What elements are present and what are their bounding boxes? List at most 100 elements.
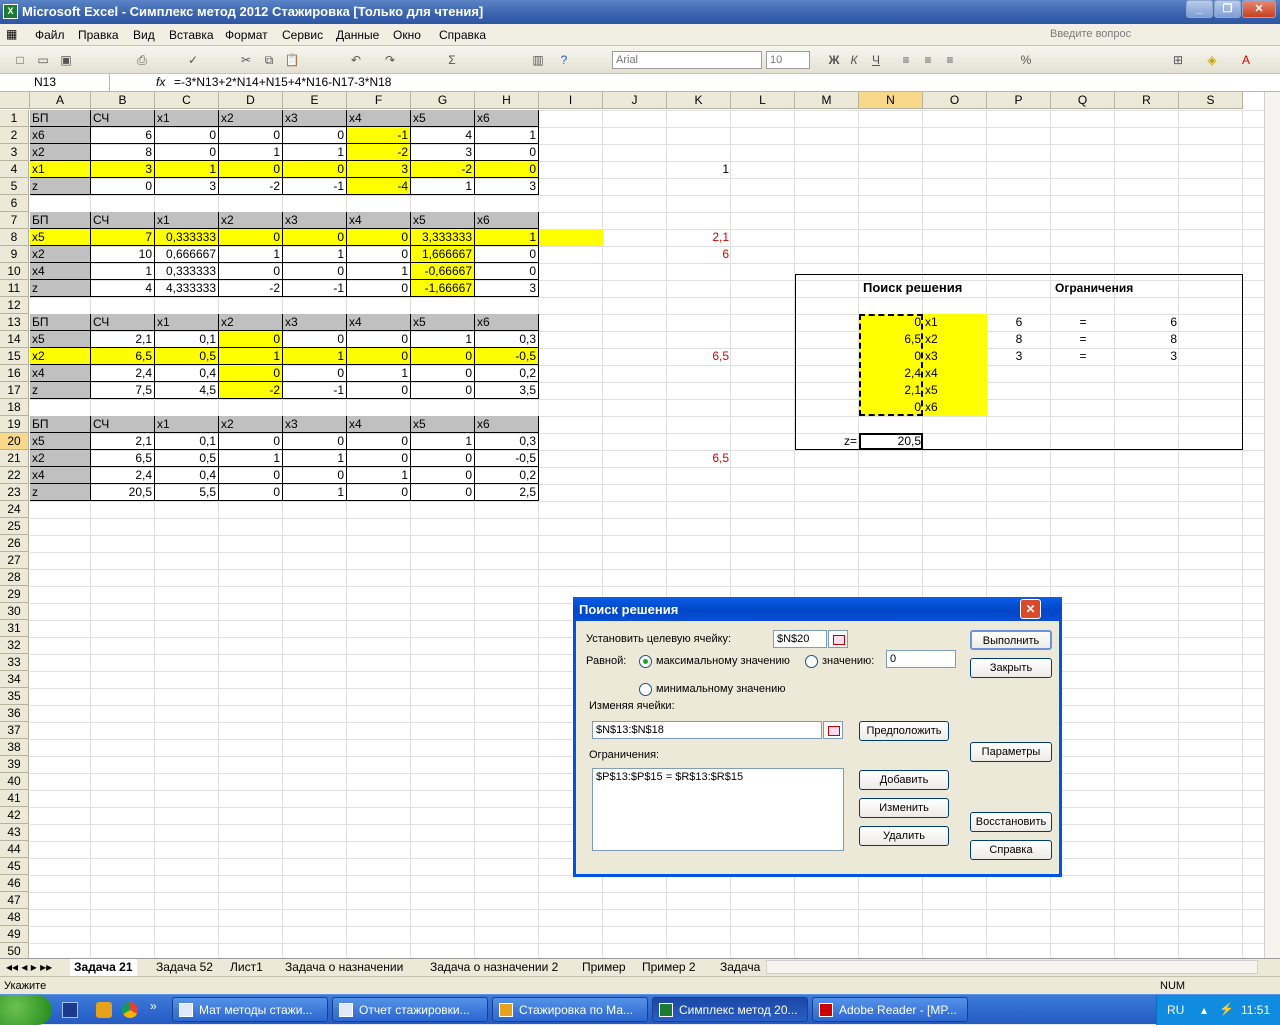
borders-icon[interactable]: ⊞ — [1170, 52, 1186, 68]
table-cell[interactable]: 0,2 — [475, 467, 539, 484]
variable-name-cell[interactable]: x4 — [923, 365, 987, 382]
table-cell[interactable]: 1 — [155, 161, 219, 178]
task-mat-metody[interactable]: Мат методы стажи... — [172, 997, 328, 1022]
table-cell[interactable]: 3 — [475, 178, 539, 195]
table-header-cell[interactable]: БП — [30, 110, 91, 127]
underline-icon[interactable]: Ч — [868, 52, 884, 68]
cut-icon[interactable]: ✂ — [238, 52, 254, 68]
ratio-cell[interactable]: 2,1 — [667, 229, 731, 246]
desktop-icon[interactable] — [62, 1002, 78, 1018]
close-button[interactable]: ✕ — [1242, 0, 1276, 18]
row-header[interactable]: 15 — [0, 348, 29, 365]
copy-icon[interactable]: ⧉ — [261, 52, 277, 68]
table-header-cell[interactable]: x3 — [283, 314, 347, 331]
variable-value-cell[interactable]: 6,5 — [859, 331, 923, 348]
help-icon[interactable]: ? — [556, 52, 572, 68]
table-cell[interactable]: 10 — [91, 246, 155, 263]
ratio-cell[interactable]: 6,5 — [667, 348, 731, 365]
table-cell[interactable]: -1 — [283, 382, 347, 399]
table-header-cell[interactable]: x1 — [155, 416, 219, 433]
table-cell[interactable]: 6,5 — [91, 348, 155, 365]
tab-nav-icon[interactable]: ◂◂ ◂ ▸ ▸▸ — [2, 959, 56, 976]
task-adobe[interactable]: Adobe Reader - [MP... — [812, 997, 968, 1022]
row-header[interactable]: 2 — [0, 127, 29, 144]
table-header-cell[interactable]: x2 — [219, 110, 283, 127]
constraint-lhs-cell[interactable]: 8 — [987, 331, 1051, 348]
table-cell[interactable]: 0 — [283, 467, 347, 484]
constraint-item[interactable]: $P$13:$P$15 = $R$13:$R$15 — [596, 771, 840, 783]
table-header-cell[interactable]: x4 — [347, 416, 411, 433]
align-right-icon[interactable]: ≡ — [942, 52, 958, 68]
ratio-cell[interactable]: 6,5 — [667, 450, 731, 467]
tab-zadacha[interactable]: Задача — [716, 959, 764, 976]
save-icon[interactable]: ▣ — [58, 52, 74, 68]
table-header-cell[interactable]: x6 — [475, 110, 539, 127]
table-header-cell[interactable]: СЧ — [91, 416, 155, 433]
variable-name-cell[interactable]: x6 — [923, 399, 987, 416]
column-header-E[interactable]: E — [283, 92, 347, 109]
table-cell[interactable]: -0,66667 — [411, 263, 475, 280]
column-header-F[interactable]: F — [347, 92, 411, 109]
table-cell[interactable]: 0 — [347, 433, 411, 450]
formula-input[interactable]: =-3*N13+2*N14+N15+4*N16-N17-3*N18 — [174, 75, 391, 89]
table-cell[interactable]: 0,4 — [155, 365, 219, 382]
table-cell[interactable]: 3,5 — [475, 382, 539, 399]
fx-icon[interactable]: fx — [156, 75, 165, 89]
bold-icon[interactable]: Ж — [826, 52, 842, 68]
value-input[interactable]: 0 — [886, 650, 956, 668]
table-cell[interactable]: x1 — [30, 161, 91, 178]
table-cell[interactable]: -0,5 — [475, 450, 539, 467]
table-cell[interactable]: -2 — [219, 382, 283, 399]
table-cell[interactable]: 2,1 — [91, 433, 155, 450]
table-cell[interactable]: x2 — [30, 144, 91, 161]
table-cell[interactable]: 0 — [155, 144, 219, 161]
network-icon[interactable]: ⚡ — [1219, 1002, 1234, 1016]
table-cell[interactable]: -1,66667 — [411, 280, 475, 297]
paste-icon[interactable]: 📋 — [284, 52, 300, 68]
table-cell[interactable]: 0,5 — [155, 450, 219, 467]
table-cell[interactable]: 0 — [219, 127, 283, 144]
table-cell[interactable]: 0,3 — [475, 331, 539, 348]
row-header[interactable]: 11 — [0, 280, 29, 297]
table-cell[interactable]: z — [30, 382, 91, 399]
table-cell[interactable]: 0 — [475, 246, 539, 263]
table-cell[interactable]: 3,333333 — [411, 229, 475, 246]
row-header[interactable]: 32 — [0, 637, 29, 654]
table-header-cell[interactable]: x5 — [411, 110, 475, 127]
options-button[interactable]: Параметры — [970, 742, 1052, 762]
undo-icon[interactable]: ↶ — [348, 52, 364, 68]
table-cell[interactable]: 0 — [219, 331, 283, 348]
table-header-cell[interactable]: x1 — [155, 212, 219, 229]
table-cell[interactable]: 3 — [411, 144, 475, 161]
menu-format[interactable]: Формат — [225, 28, 268, 42]
table-header-cell[interactable]: БП — [30, 314, 91, 331]
table-cell[interactable]: 0 — [219, 467, 283, 484]
row-header[interactable]: 3 — [0, 144, 29, 161]
table-cell[interactable]: 0,2 — [475, 365, 539, 382]
table-cell[interactable]: 0,3 — [475, 433, 539, 450]
tab-naznachenie[interactable]: Задача о назначении — [281, 959, 407, 976]
table-header-cell[interactable]: x1 — [155, 314, 219, 331]
table-cell[interactable]: 6 — [91, 127, 155, 144]
table-cell[interactable]: 1 — [219, 246, 283, 263]
max-radio[interactable] — [639, 655, 652, 668]
table-cell[interactable]: 4 — [411, 127, 475, 144]
table-cell[interactable]: -1 — [283, 178, 347, 195]
row-header[interactable]: 27 — [0, 552, 29, 569]
table-cell[interactable]: 0 — [475, 161, 539, 178]
table-cell[interactable]: 0 — [411, 484, 475, 501]
row-header[interactable]: 50 — [0, 943, 29, 958]
clock[interactable]: 11:51 — [1241, 1003, 1270, 1017]
row-header[interactable]: 21 — [0, 450, 29, 467]
table-cell[interactable]: 0 — [219, 365, 283, 382]
variable-name-cell[interactable]: x2 — [923, 331, 987, 348]
row-header[interactable]: 38 — [0, 739, 29, 756]
row-header[interactable]: 14 — [0, 331, 29, 348]
changing-cells-picker-icon[interactable] — [823, 721, 843, 739]
align-left-icon[interactable]: ≡ — [898, 52, 914, 68]
row-header[interactable]: 34 — [0, 671, 29, 688]
menu-data[interactable]: Данные — [336, 28, 379, 42]
table-cell[interactable]: 1,666667 — [411, 246, 475, 263]
help-button[interactable]: Справка — [970, 840, 1052, 860]
ratio-cell[interactable]: 6 — [667, 246, 731, 263]
